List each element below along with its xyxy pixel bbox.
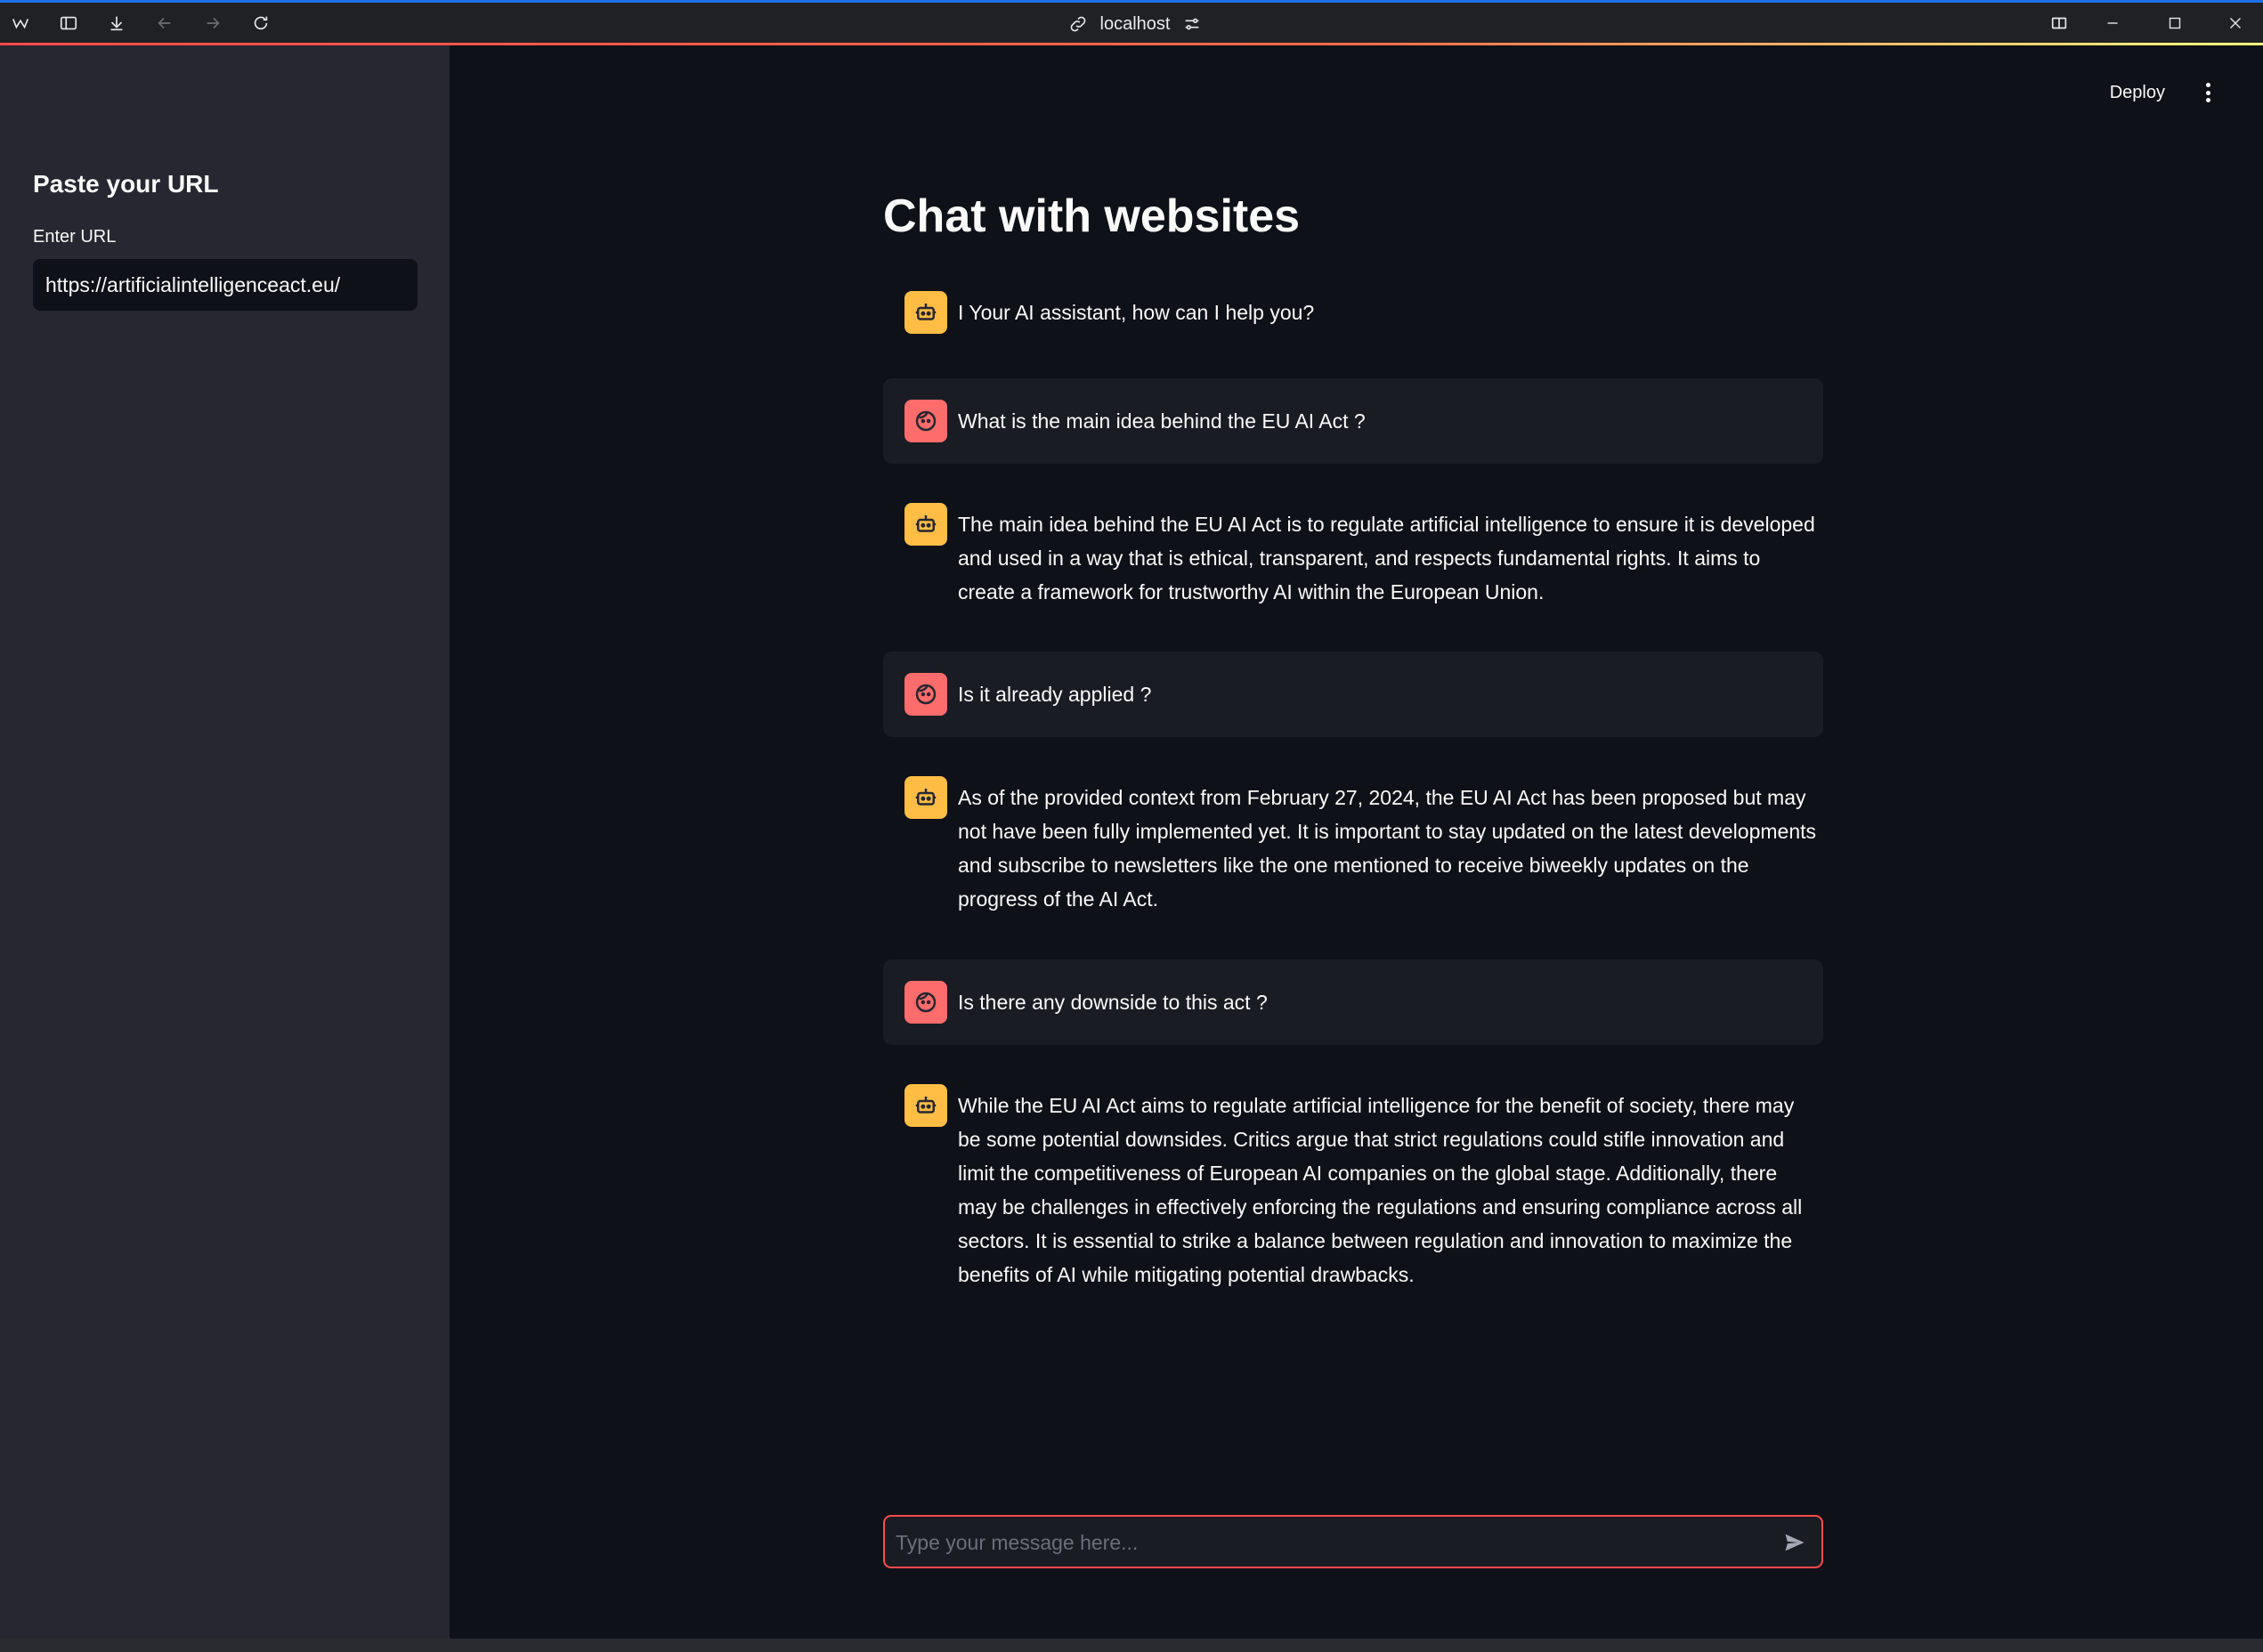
user-avatar-icon xyxy=(904,981,947,1024)
address-text[interactable]: localhost xyxy=(1100,14,1171,35)
app-logo-icon[interactable] xyxy=(0,3,41,43)
link-icon[interactable] xyxy=(1068,14,1088,34)
site-settings-icon[interactable] xyxy=(1182,14,1202,34)
send-icon[interactable] xyxy=(1780,1528,1809,1557)
url-input[interactable] xyxy=(33,259,418,311)
window-bottom-edge xyxy=(0,1639,2263,1652)
sidebar-toggle-icon[interactable] xyxy=(48,3,89,43)
chat-input-container xyxy=(883,1515,1823,1568)
reload-icon[interactable] xyxy=(240,3,281,43)
address-bar[interactable]: localhost xyxy=(1033,10,1237,38)
chat-input[interactable] xyxy=(894,1517,1752,1568)
chat-message-bot: The main idea behind the EU AI Act is to… xyxy=(883,503,1823,609)
message-text: Is it already applied ? xyxy=(958,683,1152,706)
bot-avatar-icon xyxy=(904,503,947,546)
main-menu-icon[interactable] xyxy=(2197,79,2218,106)
split-view-icon[interactable] xyxy=(2039,3,2080,43)
forward-icon[interactable] xyxy=(192,3,233,43)
page-title: Chat with websites xyxy=(883,190,1301,242)
chat-message-bot: As of the provided context from February… xyxy=(883,776,1823,916)
download-icon[interactable] xyxy=(96,3,137,43)
url-label: Enter URL xyxy=(33,227,117,247)
browser-titlebar: localhost xyxy=(0,0,2263,43)
close-icon[interactable] xyxy=(2215,3,2256,43)
message-text: Is there any downside to this act ? xyxy=(958,991,1268,1014)
bot-avatar-icon xyxy=(904,291,947,334)
message-text: As of the provided context from February… xyxy=(958,786,1817,911)
minimize-icon[interactable] xyxy=(2092,3,2133,43)
chat-message-user: Is it already applied ? xyxy=(883,652,1823,737)
message-text: The main idea behind the EU AI Act is to… xyxy=(958,513,1815,603)
back-icon[interactable] xyxy=(144,3,185,43)
message-text: I Your AI assistant, how can I help you? xyxy=(958,301,1315,324)
sidebar: Paste your URL Enter URL xyxy=(0,45,450,1639)
chat-message-bot: I Your AI assistant, how can I help you? xyxy=(883,291,1823,334)
chat-message-bot: While the EU AI Act aims to regulate art… xyxy=(883,1084,1823,1292)
chat-message-user: What is the main idea behind the EU AI A… xyxy=(883,378,1823,464)
message-text: What is the main idea behind the EU AI A… xyxy=(958,409,1366,433)
chat-message-user: Is there any downside to this act ? xyxy=(883,960,1823,1045)
sidebar-title: Paste your URL xyxy=(33,170,219,198)
main-content: Deploy Chat with websites I Your AI assi… xyxy=(450,45,2263,1639)
bot-avatar-icon xyxy=(904,1084,947,1127)
maximize-icon[interactable] xyxy=(2154,3,2195,43)
bot-avatar-icon xyxy=(904,776,947,819)
user-avatar-icon xyxy=(904,673,947,716)
message-text: While the EU AI Act aims to regulate art… xyxy=(958,1094,1803,1286)
deploy-button[interactable]: Deploy xyxy=(2101,77,2174,109)
user-avatar-icon xyxy=(904,400,947,442)
